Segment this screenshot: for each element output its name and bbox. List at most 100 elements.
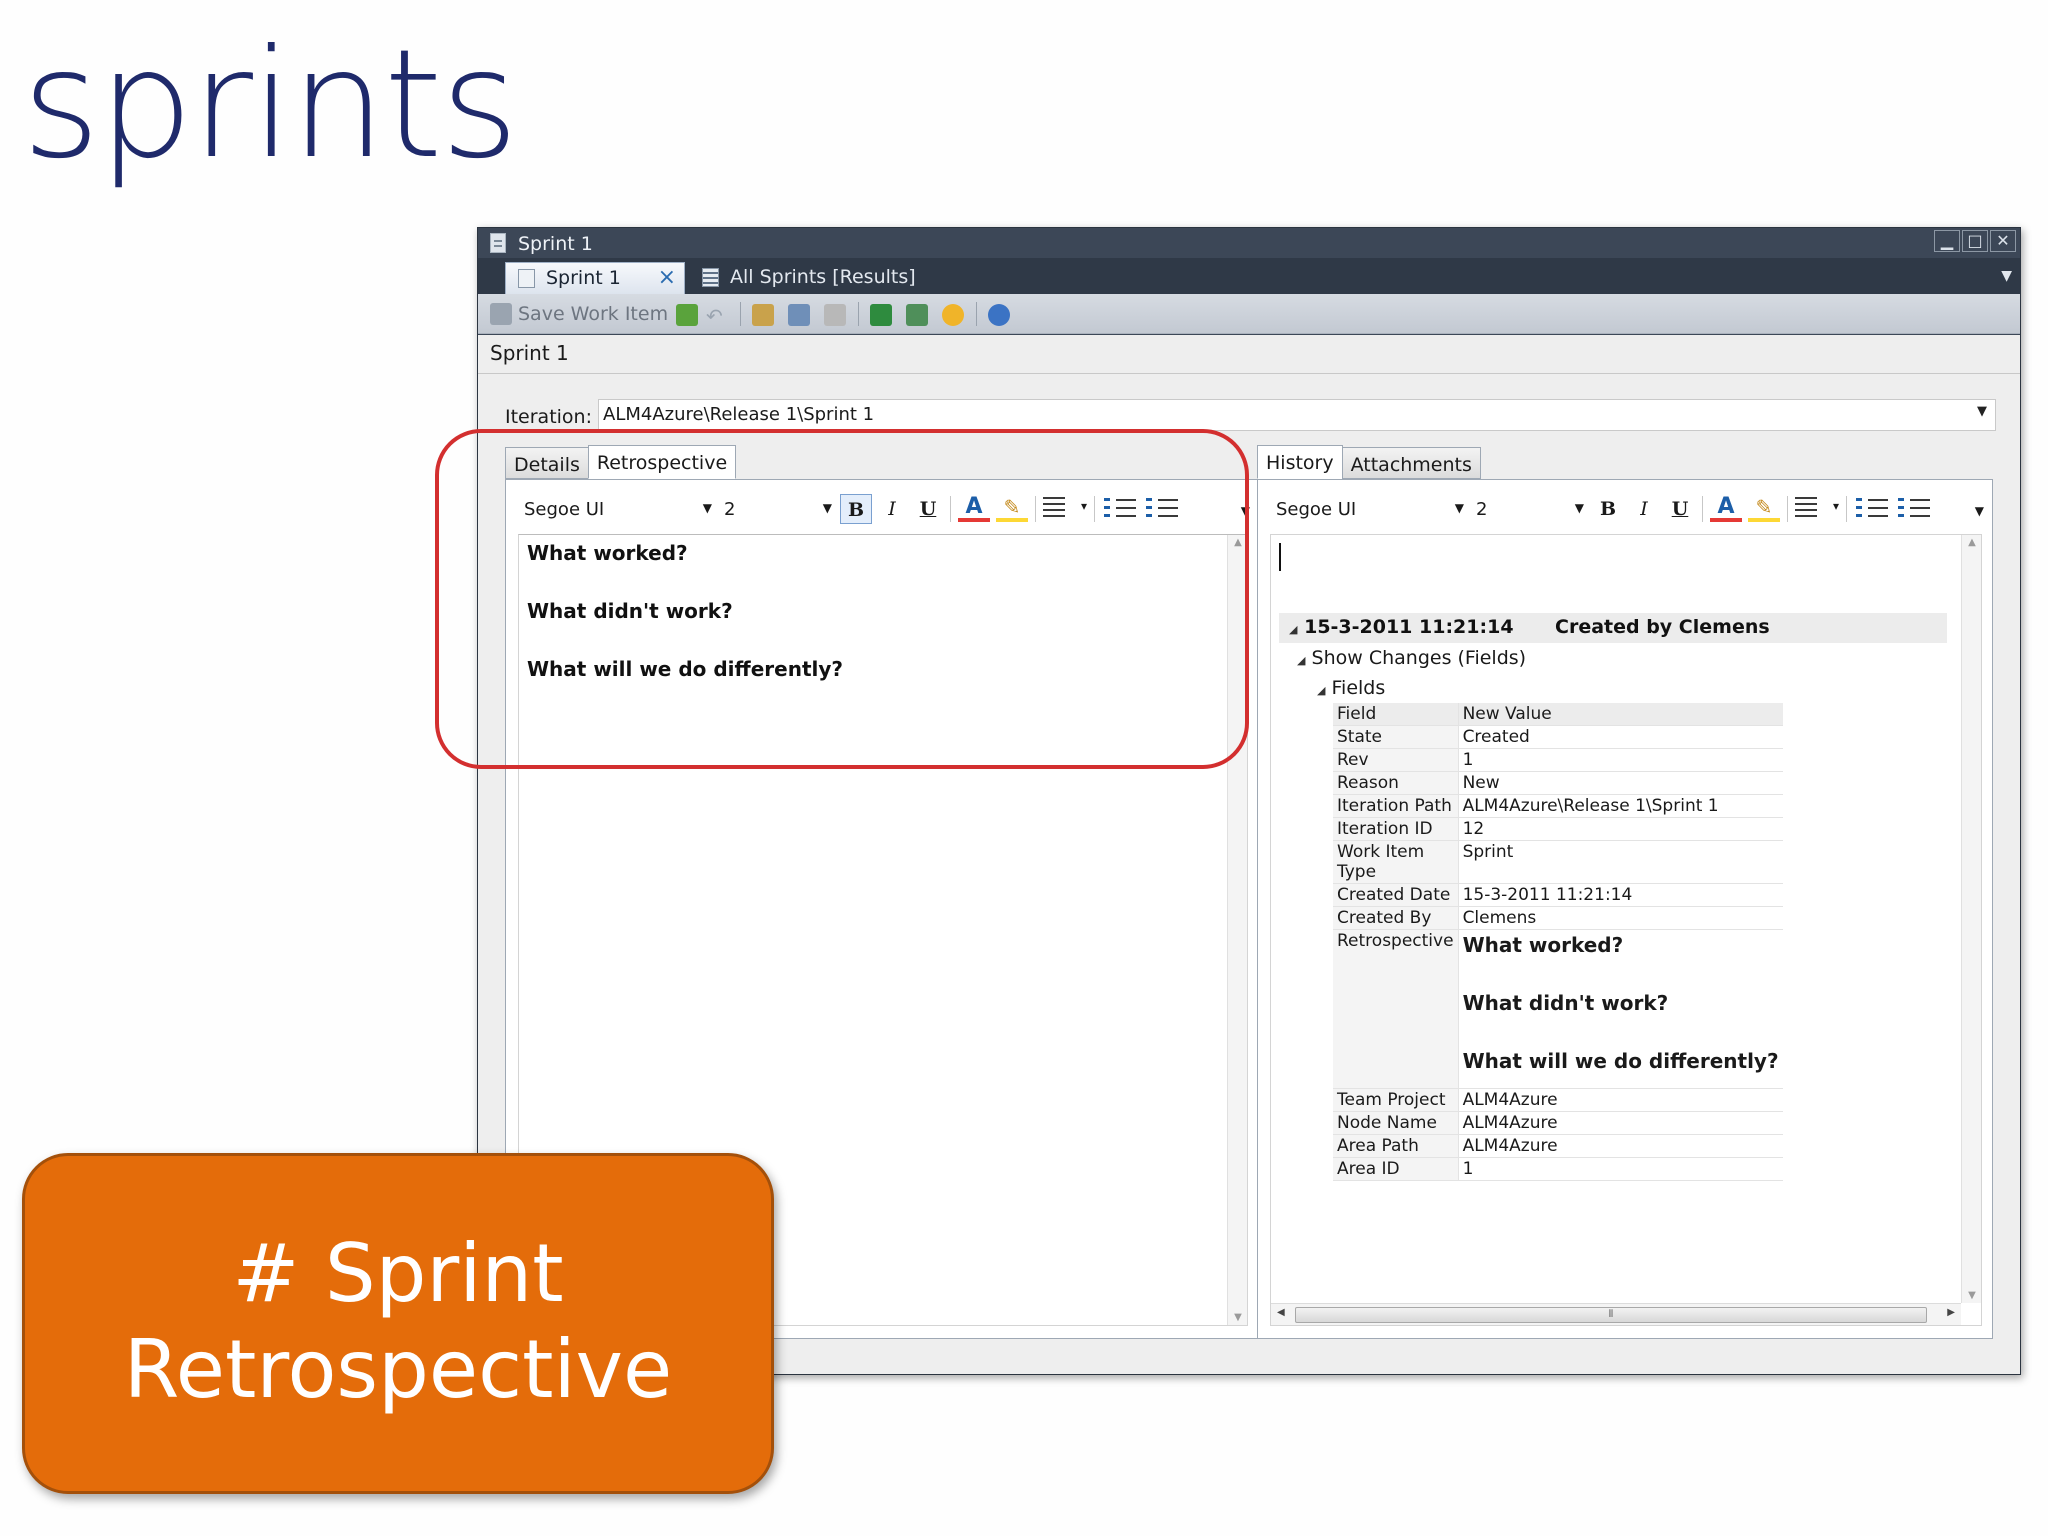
fields-node[interactable]: ◢ Fields — [1317, 677, 1385, 699]
outlook-icon[interactable] — [942, 304, 964, 326]
retrospective-text: What worked? What didn't work? What will… — [527, 539, 843, 713]
toolbar-separator — [1787, 496, 1788, 522]
vertical-scrollbar[interactable]: ▲ ▼ — [1961, 535, 1981, 1303]
tab-retrospective[interactable]: Retrospective — [587, 445, 737, 479]
font-color-icon[interactable]: A — [1710, 496, 1742, 522]
table-row: Team Project ALM4Azure — [1333, 1088, 1783, 1112]
fields-label: Fields — [1331, 677, 1386, 699]
chevron-down-icon: ▼ — [1574, 500, 1584, 515]
size-value: 2 — [1476, 498, 1488, 520]
retro-line: What didn't work? — [527, 599, 733, 623]
history-entry-header[interactable]: ◢ 15-3-2011 11:21:14 Created by Clemens — [1279, 613, 1947, 643]
excel-icon[interactable] — [870, 304, 892, 326]
tab-all-sprints[interactable]: All Sprints [Results] — [690, 262, 950, 294]
copy-item-icon[interactable] — [788, 304, 810, 326]
scroll-up-icon[interactable]: ▲ — [1962, 537, 1981, 548]
size-select[interactable]: 2 ▼ — [1470, 499, 1590, 520]
save-label: Save Work Item — [518, 303, 669, 325]
history-view[interactable]: ◢ 15-3-2011 11:21:14 Created by Clemens … — [1270, 534, 1982, 1326]
toolbar-separator — [1846, 496, 1847, 522]
left-pane-tabs: Details Retrospective — [505, 445, 737, 479]
new-linked-item-icon[interactable] — [752, 304, 774, 326]
collapse-triangle-icon[interactable]: ◢ — [1317, 684, 1325, 697]
collapse-triangle-icon[interactable]: ◢ — [1289, 623, 1297, 636]
minimize-icon[interactable]: ▁ — [1934, 230, 1960, 252]
field-name: Node Name — [1333, 1111, 1459, 1135]
toolbar-separator — [740, 302, 741, 326]
link-item-icon[interactable] — [824, 304, 846, 326]
tab-list-dropdown-icon[interactable]: ▼ — [2001, 268, 2012, 284]
work-item-icon — [518, 269, 535, 288]
field-name: Team Project — [1333, 1088, 1459, 1112]
scroll-left-icon[interactable]: ◀ — [1277, 1307, 1285, 1318]
bold-icon[interactable]: B — [1592, 494, 1624, 524]
scroll-right-icon[interactable]: ▶ — [1947, 1307, 1955, 1318]
close-icon[interactable]: ✕ — [1990, 230, 2016, 252]
undo-icon[interactable]: ↶ — [706, 304, 728, 328]
close-tab-icon[interactable]: × — [658, 265, 676, 290]
numbered-list-icon[interactable] — [1896, 497, 1932, 521]
tab-sprint-1[interactable]: Sprint 1 × — [505, 262, 685, 294]
maximize-icon[interactable]: □ — [1962, 230, 1988, 252]
align-icon[interactable] — [1043, 497, 1087, 521]
retro-line: What worked? — [527, 541, 688, 565]
chevron-down-icon[interactable]: ▼ — [1977, 404, 1987, 419]
retro-line: What worked? — [1462, 933, 1624, 957]
align-icon[interactable] — [1795, 497, 1839, 521]
scroll-down-icon[interactable]: ▼ — [1962, 1290, 1981, 1301]
field-name: Work Item Type — [1333, 840, 1459, 884]
highlight-icon[interactable]: ✎ — [996, 496, 1028, 522]
bold-icon[interactable]: B — [840, 494, 872, 524]
highlight-icon[interactable]: ✎ — [1748, 496, 1780, 522]
iteration-label: Iteration: — [505, 406, 592, 428]
refresh-icon[interactable] — [676, 304, 698, 326]
scrollbar-thumb[interactable]: ⦀ — [1295, 1307, 1927, 1323]
font-color-icon[interactable]: A — [958, 496, 990, 522]
help-icon[interactable] — [988, 304, 1010, 326]
toolbar-overflow-icon[interactable]: ▼ — [1241, 504, 1250, 518]
italic-icon[interactable]: I — [1628, 494, 1660, 524]
scroll-down-icon[interactable]: ▼ — [1228, 1312, 1248, 1323]
italic-icon[interactable]: I — [876, 494, 908, 524]
iteration-field[interactable]: ALM4Azure\Release 1\Sprint 1 ▼ — [598, 399, 1996, 431]
toolbar-separator — [950, 496, 951, 522]
callout-line: Retrospective — [123, 1323, 673, 1416]
show-changes-node[interactable]: ◢ Show Changes (Fields) — [1297, 647, 1526, 669]
size-select[interactable]: 2 ▼ — [718, 499, 838, 520]
field-value: 12 — [1458, 817, 1783, 841]
document-icon — [490, 233, 506, 253]
tab-details[interactable]: Details — [505, 447, 589, 479]
table-row: Iteration Path ALM4Azure\Release 1\Sprint… — [1333, 794, 1783, 818]
tab-attachments[interactable]: Attachments — [1341, 447, 1481, 479]
font-select[interactable]: Segoe UI ▼ — [1270, 499, 1470, 520]
numbered-list-icon[interactable] — [1144, 497, 1180, 521]
table-row: Created By Clemens — [1333, 906, 1783, 930]
underline-icon[interactable]: U — [912, 494, 944, 524]
field-value: 15-3-2011 11:21:14 — [1458, 883, 1783, 907]
rich-text-toolbar: Segoe UI▼ 2▼ B I U A ✎ ▼ — [1270, 490, 1984, 528]
collapse-triangle-icon[interactable]: ◢ — [1297, 654, 1305, 667]
field-value: ALM4Azure — [1458, 1134, 1783, 1158]
tab-label: Sprint 1 — [546, 267, 621, 289]
save-work-item-button[interactable]: Save Work Item — [490, 300, 668, 328]
bullet-list-icon[interactable] — [1854, 497, 1890, 521]
field-value: Clemens — [1458, 906, 1783, 930]
column-header-new-value: New Value — [1458, 703, 1783, 726]
table-row: Area Path ALM4Azure — [1333, 1134, 1783, 1158]
horizontal-scrollbar[interactable]: ◀ ⦀ ▶ — [1271, 1303, 1961, 1325]
scroll-up-icon[interactable]: ▲ — [1228, 537, 1248, 548]
work-item-title: Sprint 1 — [490, 341, 569, 365]
retrospective-value: What worked? What didn't work? What will… — [1458, 929, 1783, 1089]
field-name: State — [1333, 725, 1459, 749]
field-value: 1 — [1458, 748, 1783, 772]
field-value: ALM4Azure — [1458, 1111, 1783, 1135]
tab-history[interactable]: History — [1257, 445, 1343, 479]
size-value: 2 — [724, 498, 736, 520]
underline-icon[interactable]: U — [1664, 494, 1696, 524]
field-name: Iteration ID — [1333, 817, 1459, 841]
font-select[interactable]: Segoe UI ▼ — [518, 499, 718, 520]
toolbar-overflow-icon[interactable]: ▼ — [1975, 504, 1984, 518]
project-icon[interactable] — [906, 304, 928, 326]
vertical-scrollbar[interactable]: ▲ ▼ — [1227, 535, 1247, 1325]
bullet-list-icon[interactable] — [1102, 497, 1138, 521]
